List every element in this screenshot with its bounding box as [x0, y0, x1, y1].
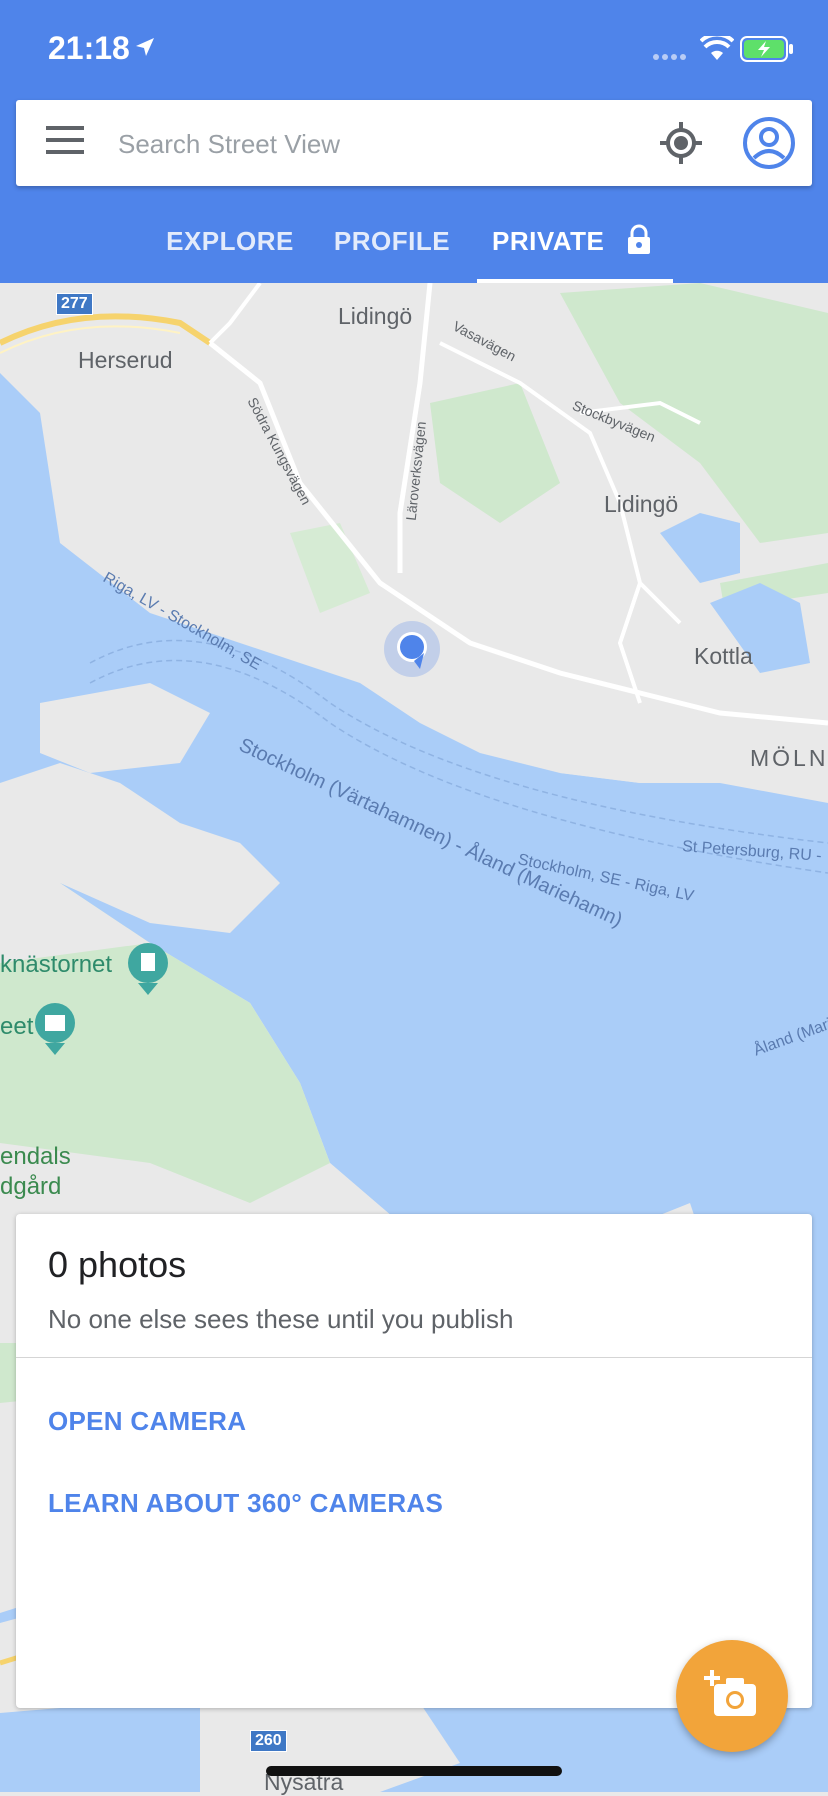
my-location-icon[interactable]	[656, 118, 706, 168]
photos-count-title: 0 photos	[48, 1244, 187, 1285]
place-label: Herserud	[78, 347, 173, 373]
location-arrow-icon	[136, 38, 154, 56]
tab-explore[interactable]: EXPLORE	[158, 196, 302, 283]
add-photo-icon	[704, 1670, 756, 1716]
open-camera-button[interactable]: OPEN CAMERA	[48, 1406, 246, 1437]
wifi-icon	[700, 36, 734, 60]
status-bar: 21:18	[0, 0, 828, 100]
app-bar: 21:18 Search Street View EXPLORE PROFILE…	[0, 0, 828, 283]
lock-icon	[628, 224, 650, 254]
place-label: Lidingö	[604, 491, 679, 517]
search-bar	[16, 100, 812, 186]
tab-private[interactable]: PRIVATE	[492, 196, 612, 283]
poi-label: knästornet	[0, 951, 113, 978]
battery-icon	[740, 36, 793, 62]
tab-bar: EXPLORE PROFILE PRIVATE	[0, 196, 828, 283]
road-shield: 260	[250, 1730, 287, 1752]
tab-active-indicator	[477, 279, 673, 283]
district-label: MÖLN	[750, 745, 828, 771]
divider	[16, 1357, 812, 1358]
home-indicator	[266, 1766, 562, 1776]
add-photo-button[interactable]	[676, 1640, 788, 1752]
park-label: endals	[0, 1143, 71, 1170]
status-time: 21:18	[48, 30, 130, 66]
menu-icon[interactable]	[46, 126, 86, 160]
photos-subtitle: No one else sees these until you publish	[48, 1304, 514, 1334]
account-icon[interactable]	[742, 116, 796, 170]
photos-sheet: 0 photos No one else sees these until yo…	[16, 1214, 812, 1708]
park-label: dgård	[0, 1173, 62, 1200]
road-shield: 277	[56, 293, 93, 315]
tab-profile[interactable]: PROFILE	[328, 196, 456, 283]
place-label: Kottla	[694, 643, 753, 669]
poi-label: eet	[0, 1013, 34, 1040]
search-input[interactable]	[116, 118, 660, 170]
place-label: Lidingö	[338, 303, 413, 329]
cellular-signal-icon	[653, 54, 686, 60]
learn-360-cameras-link[interactable]: LEARN ABOUT 360° CAMERAS	[48, 1488, 443, 1519]
